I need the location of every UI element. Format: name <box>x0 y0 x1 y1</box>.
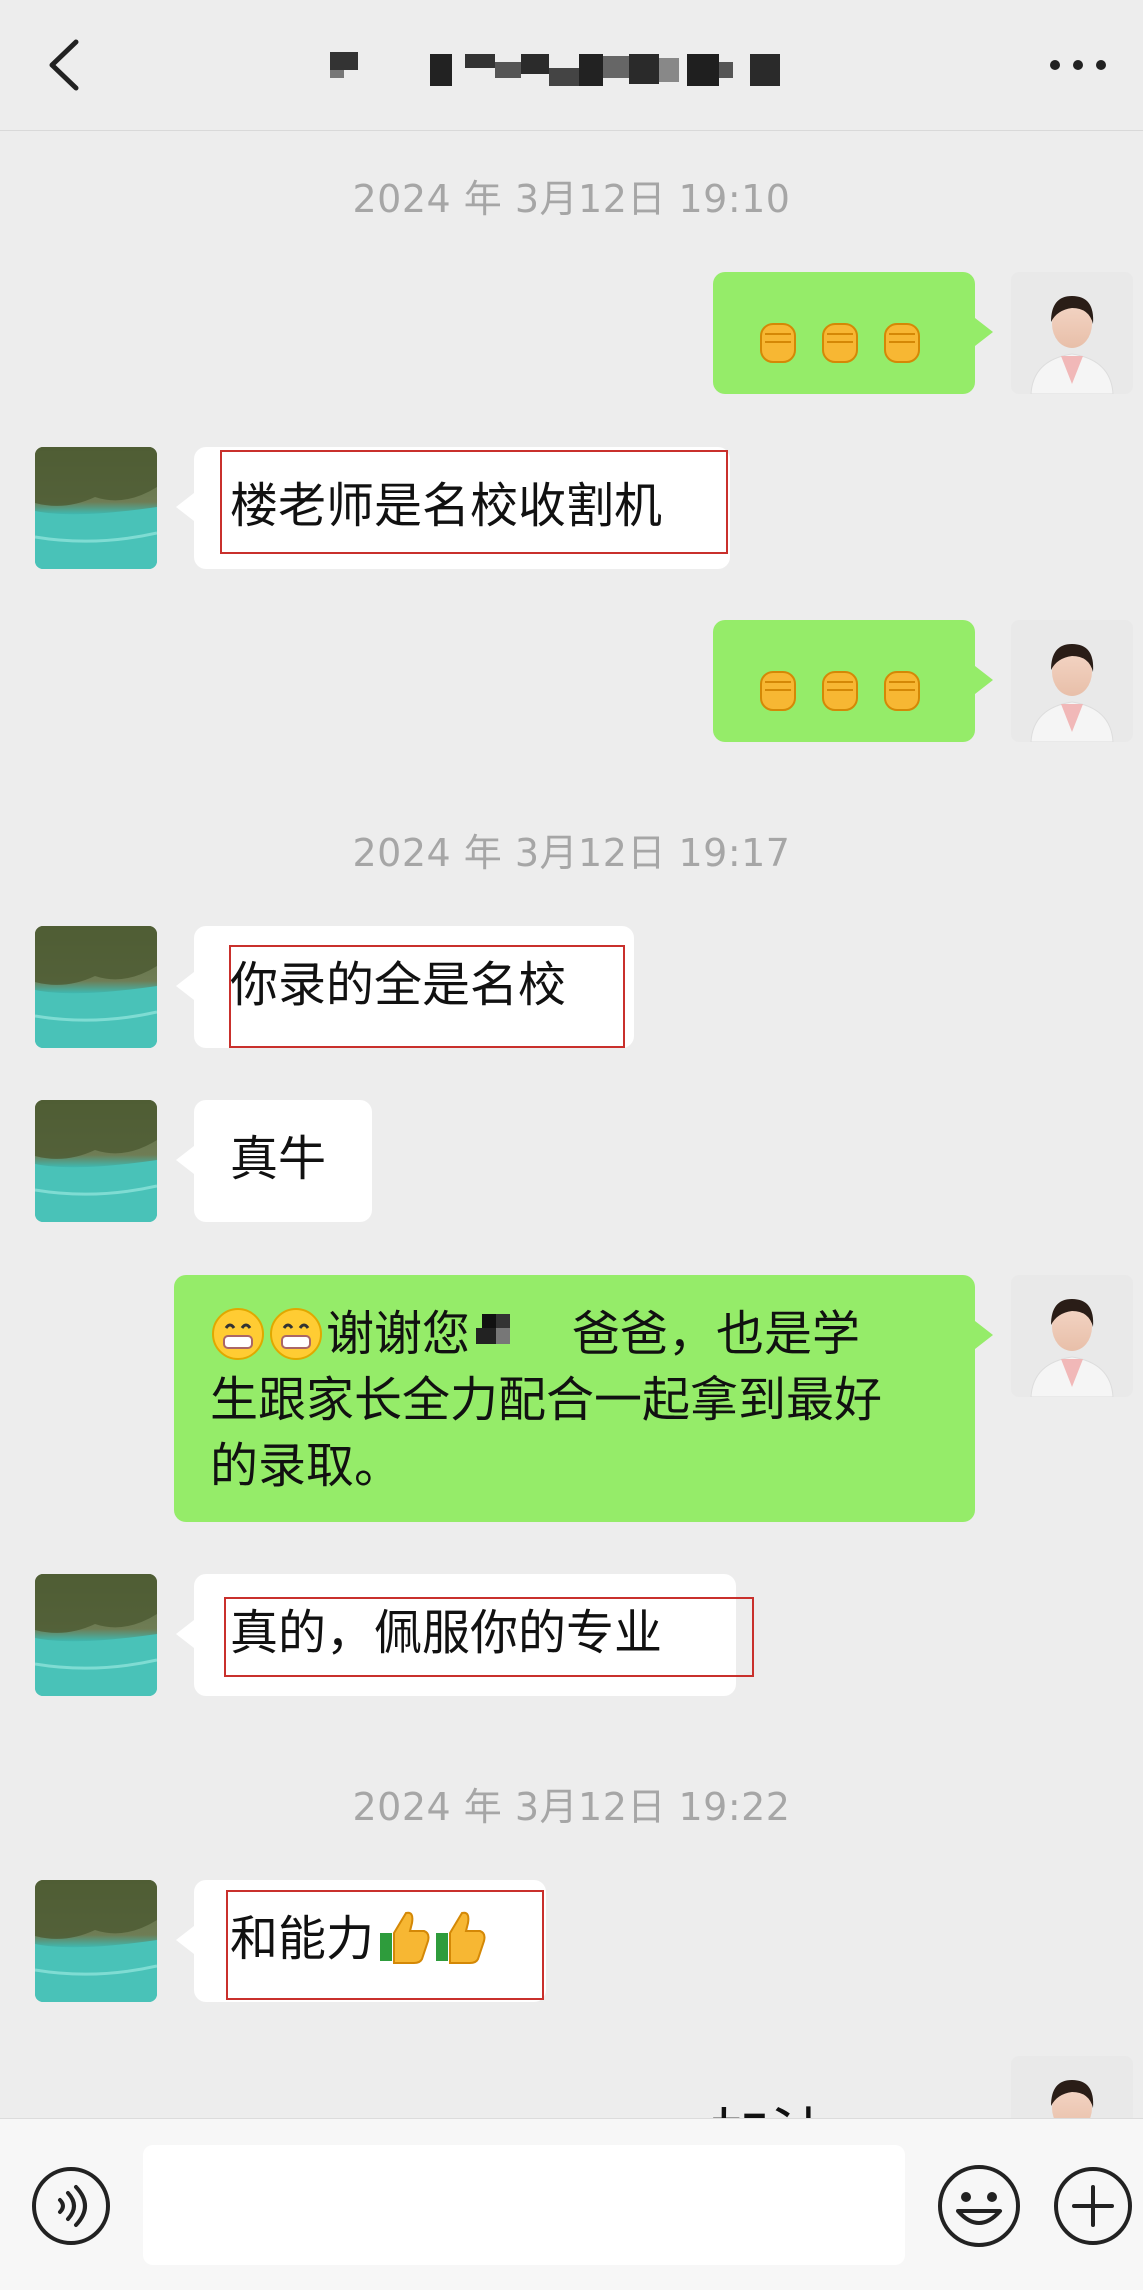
message-text: 加油 <box>710 2088 830 2118</box>
woman-portrait <box>1011 2056 1133 2118</box>
emoji-face-icon <box>938 2165 1020 2247</box>
raised-fist-emoji <box>822 323 858 363</box>
message-line-3: 的录取。 <box>210 1438 403 1494</box>
raised-fist-emoji <box>822 671 858 711</box>
partially-visible-message-row: 加油 <box>0 2050 1143 2118</box>
sent-message-bubble[interactable]: ✊✊✊ <box>713 620 993 742</box>
contact-avatar[interactable] <box>35 1880 157 2002</box>
back-button[interactable] <box>40 30 90 100</box>
raised-fist-emoji <box>760 323 796 363</box>
contact-avatar[interactable] <box>35 447 157 569</box>
grinning-face-emoji <box>270 1308 322 1360</box>
lake-landscape-photo <box>35 1100 157 1222</box>
thumbs-up-emoji <box>436 1911 486 1964</box>
fist-emoji-row <box>753 304 939 370</box>
raised-fist-emoji <box>760 671 796 711</box>
pixelated-title-mosaic <box>330 52 780 86</box>
sent-message-bubble[interactable]: ✊✊✊ <box>713 272 993 394</box>
contact-avatar[interactable] <box>35 926 157 1048</box>
lake-landscape-photo <box>35 447 157 569</box>
my-avatar[interactable] <box>1011 2056 1133 2118</box>
contact-avatar[interactable] <box>35 1574 157 1696</box>
more-button[interactable] <box>1043 40 1113 90</box>
timestamp: 2024 年 3月12日 19:22 <box>352 1785 791 1829</box>
woman-portrait <box>1011 1275 1133 1397</box>
lake-landscape-photo <box>35 926 157 1048</box>
sent-message-bubble[interactable]: 谢谢您爸爸，也是学 生跟家长全力配合一起拿到最好 的录取。 😁😁 <box>174 1275 993 1522</box>
received-message-bubble[interactable]: 真牛 <box>176 1100 372 1222</box>
message-text: 真的，佩服你的专业 <box>230 1605 663 1661</box>
message-line-2: 生跟家长全力配合一起拿到最好 <box>210 1372 883 1428</box>
pixelated-name-mosaic <box>476 1314 511 1344</box>
message-line-1: 谢谢您 爸爸，也是学 <box>210 1301 860 1367</box>
fist-emoji-row <box>753 652 939 718</box>
thumbs-up-emoji <box>380 1911 430 1964</box>
received-message-bubble[interactable]: 你录的全是名校 <box>176 926 634 1048</box>
plus-icon <box>1054 2167 1132 2245</box>
timestamp: 2024 年 3月12日 19:10 <box>352 177 791 221</box>
raised-fist-emoji <box>884 671 920 711</box>
chat-title <box>325 48 795 90</box>
message-line: 和能力 <box>230 1906 486 1972</box>
my-avatar[interactable] <box>1011 272 1133 394</box>
woman-portrait <box>1011 272 1133 394</box>
input-bar <box>0 2118 1143 2290</box>
contact-avatar[interactable] <box>35 1100 157 1222</box>
message-text: 真牛 <box>230 1131 327 1187</box>
chat-header <box>0 0 1143 131</box>
chevron-left-icon <box>49 39 79 91</box>
message-text: 楼老师是名校收割机 <box>230 478 663 534</box>
raised-fist-emoji <box>884 323 920 363</box>
message-segment: 爸爸，也是学 <box>572 1306 861 1362</box>
woman-portrait <box>1011 620 1133 742</box>
received-message-bubble[interactable]: 真的，佩服你的专业 <box>176 1574 736 1696</box>
received-message-bubble[interactable]: 和能力 👍👍 <box>176 1880 546 2002</box>
my-avatar[interactable] <box>1011 1275 1133 1397</box>
grinning-face-emoji <box>212 1308 264 1360</box>
message-segment: 谢谢您 <box>326 1306 471 1362</box>
lake-landscape-photo <box>35 1574 157 1696</box>
message-text: 你录的全是名校 <box>230 957 567 1013</box>
voice-button[interactable] <box>30 2165 112 2247</box>
lake-landscape-photo <box>35 1880 157 2002</box>
my-avatar[interactable] <box>1011 620 1133 742</box>
received-message-bubble[interactable]: 楼老师是名校收割机 <box>176 447 730 569</box>
message-input[interactable] <box>143 2145 905 2265</box>
voice-icon <box>32 2167 110 2245</box>
emoji-button[interactable] <box>936 2163 1022 2249</box>
message-text: 和能力 <box>230 1911 375 1967</box>
more-dots-icon <box>1050 60 1106 70</box>
plus-button[interactable] <box>1052 2165 1134 2247</box>
timestamp: 2024 年 3月12日 19:17 <box>352 831 791 875</box>
